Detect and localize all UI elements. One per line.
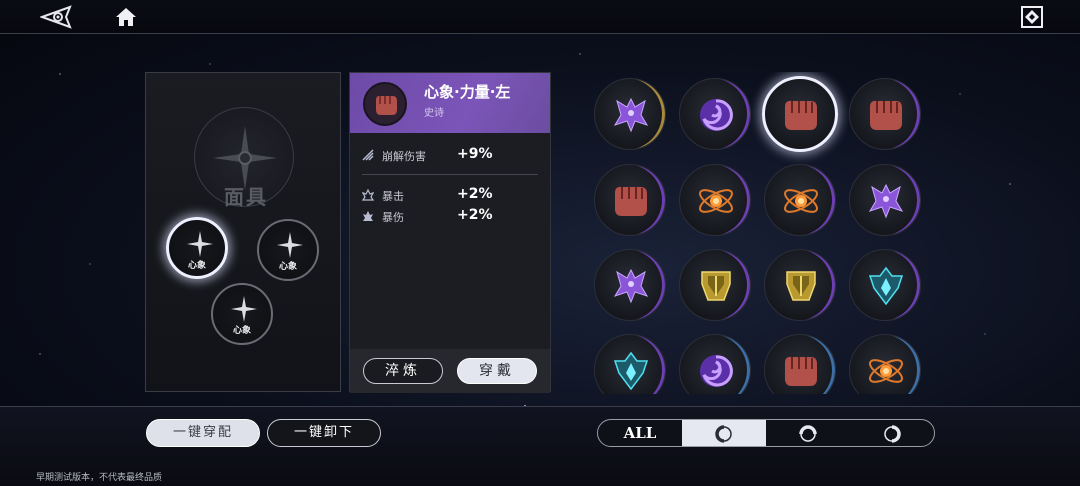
- shuriken-icon: [187, 231, 213, 257]
- grid-item[interactable]: [764, 334, 836, 394]
- purple-vortex-icon: [700, 355, 733, 387]
- grid-item[interactable]: [679, 249, 751, 321]
- mask-label: 面具: [224, 185, 268, 209]
- shuriken-icon: [277, 232, 303, 258]
- gold-shield-icon: [786, 271, 816, 301]
- grid-item[interactable]: [764, 164, 836, 236]
- diamond-menu-icon[interactable]: [1020, 5, 1044, 29]
- item-title: 心象·力量·左: [424, 83, 511, 101]
- grid-item[interactable]: [849, 164, 921, 236]
- home-icon[interactable]: [114, 5, 138, 29]
- unequip-all-button[interactable]: 一键卸下: [267, 419, 381, 447]
- red-fist-icon: [785, 356, 817, 386]
- grid-item[interactable]: [679, 78, 751, 150]
- item-thumbnail: [363, 82, 407, 126]
- left-ring-icon: [715, 425, 732, 443]
- grid-item-selected[interactable]: [762, 76, 838, 152]
- red-fist-icon: [376, 95, 397, 115]
- grid-item[interactable]: [594, 249, 666, 321]
- stat-name: 暴伤: [382, 211, 404, 224]
- grid-item[interactable]: [849, 249, 921, 321]
- mask-panel: 面具 心象 心象 心象: [145, 72, 341, 392]
- crit-damage-icon: [363, 211, 373, 221]
- top-bar: [0, 0, 1080, 34]
- grid-item[interactable]: [594, 78, 666, 150]
- shatter-icon: [362, 149, 374, 161]
- orange-atom-icon: [699, 189, 733, 213]
- purple-vortex-icon: [700, 99, 733, 131]
- stat-value: +2%: [457, 207, 493, 223]
- grid-item[interactable]: [594, 164, 666, 236]
- gold-shield-icon: [701, 271, 731, 301]
- purple-moth-icon: [868, 183, 904, 219]
- purple-moth-icon: [613, 97, 649, 133]
- filter-tab-right[interactable]: [850, 420, 934, 446]
- equip-all-button[interactable]: 一键穿配: [146, 419, 260, 447]
- filter-tab-left[interactable]: [682, 420, 766, 446]
- stat-divider: [362, 174, 538, 175]
- grid-item[interactable]: [764, 249, 836, 321]
- stat-value: +9%: [457, 146, 493, 162]
- orange-atom-icon: [784, 189, 818, 213]
- stat-value: +2%: [457, 186, 493, 202]
- equip-button[interactable]: 穿戴: [457, 358, 537, 384]
- refine-button[interactable]: 淬炼: [363, 358, 443, 384]
- detail-button-area: 淬炼 穿戴: [350, 349, 550, 393]
- right-ring-icon: [884, 425, 901, 443]
- filter-tab-top[interactable]: [766, 420, 850, 446]
- heart-slot-label: 心象: [278, 262, 297, 272]
- stat-row: 暴伤 +2%: [362, 207, 542, 226]
- stat-name: 崩解伤害: [382, 150, 426, 163]
- cyan-crest-icon: [613, 351, 649, 391]
- red-fist-icon: [785, 100, 817, 130]
- crit-icon: [362, 189, 374, 201]
- stat-row: 崩解伤害 +9%: [362, 146, 542, 165]
- top-ring-icon: [799, 425, 817, 442]
- item-detail-header: 心象·力量·左 史诗: [350, 73, 550, 133]
- shuriken-icon: [231, 296, 257, 322]
- bottom-bar: 一键穿配 一键卸下 ALL 早期测试版本，不代表最终品质: [0, 407, 1080, 486]
- heart-slot-2[interactable]: 心象: [257, 219, 319, 281]
- slot-filter: ALL: [597, 419, 935, 447]
- stat-name: 暴击: [382, 190, 404, 203]
- purple-moth-icon: [613, 268, 649, 304]
- red-fist-icon: [615, 186, 647, 216]
- heart-slot-3[interactable]: 心象: [211, 283, 273, 345]
- grid-item[interactable]: [679, 164, 751, 236]
- grid-item[interactable]: [849, 78, 921, 150]
- orange-atom-icon: [869, 359, 903, 383]
- build-disclaimer: 早期测试版本，不代表最终品质: [36, 473, 163, 483]
- item-grid: [590, 72, 930, 394]
- grid-item[interactable]: [849, 334, 921, 394]
- grid-item[interactable]: [679, 334, 751, 394]
- eye-logo-icon[interactable]: [39, 5, 74, 29]
- stat-row: 暴击 +2%: [362, 186, 542, 205]
- item-detail-panel: 心象·力量·左 史诗 崩解伤害 +9% 暴击 +2% 暴伤 +2% 淬炼 穿戴: [349, 72, 551, 393]
- heart-slot-label: 心象: [232, 326, 251, 336]
- red-fist-icon: [870, 100, 902, 130]
- item-rarity: 史诗: [424, 108, 444, 119]
- grid-item[interactable]: [594, 334, 666, 394]
- heart-slot-label: 心象: [187, 261, 206, 271]
- filter-tab-all[interactable]: ALL: [598, 420, 682, 446]
- cyan-crest-icon: [868, 266, 904, 306]
- heart-slot-1[interactable]: 心象: [166, 217, 228, 279]
